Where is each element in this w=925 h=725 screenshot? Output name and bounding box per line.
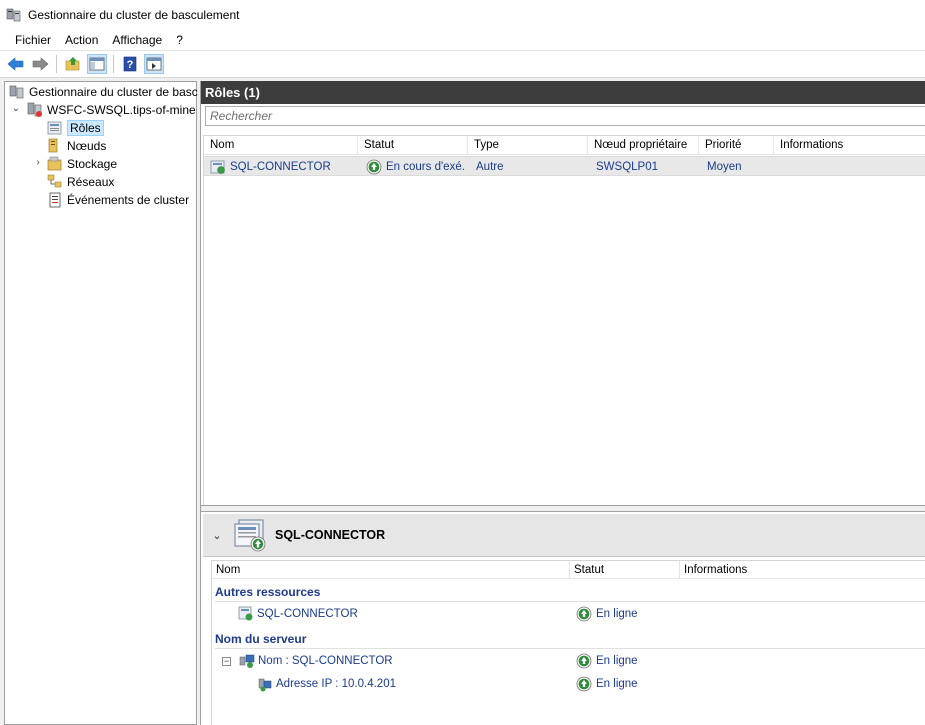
role-priority: Moyen <box>707 161 742 173</box>
roles-icon <box>47 121 62 135</box>
resource-name: Adresse IP : 10.0.4.201 <box>276 678 396 690</box>
tree-item-label: Rôles <box>67 120 104 136</box>
tree-item-nodes[interactable]: Nœuds <box>47 137 106 155</box>
role-info <box>782 157 922 177</box>
role-name-cell: SQL-CONNECTOR <box>210 157 358 177</box>
column-header-nom[interactable]: Nom <box>204 136 358 155</box>
show-pane-icon[interactable] <box>87 54 107 74</box>
network-name-icon <box>239 654 255 668</box>
chevron-right-icon[interactable]: › <box>33 157 43 168</box>
chevron-down-icon[interactable]: ⌄ <box>11 103 21 114</box>
menu-fichier[interactable]: Fichier <box>8 33 58 47</box>
list-item[interactable]: Adresse IP : 10.0.4.201 <box>257 674 396 694</box>
nodes-icon <box>48 138 58 153</box>
column-header-statut[interactable]: Statut <box>570 561 680 579</box>
tree-item-label: Réseaux <box>67 175 115 189</box>
group-divider <box>215 648 925 649</box>
table-row[interactable]: SQL-CONNECTOR En cours d'exé... Autre SW… <box>204 156 925 176</box>
tree-root[interactable]: Gestionnaire du cluster de basc <box>9 83 198 101</box>
pane-splitter[interactable] <box>201 505 925 512</box>
main-pane: Rôles (1) Rechercher Nom Statut Type Nœu… <box>200 81 925 725</box>
status-up-arrow-icon <box>576 606 592 622</box>
storage-icon <box>47 156 62 171</box>
help-icon[interactable]: ? <box>120 54 140 74</box>
status-text: En ligne <box>596 678 638 690</box>
menu-help[interactable]: ? <box>169 33 190 47</box>
event-log-icon <box>49 192 61 208</box>
toolbar-separator <box>113 55 114 73</box>
tree-item-roles[interactable]: Rôles <box>47 119 104 137</box>
list-item[interactable]: − Nom : SQL-CONNECTOR <box>222 651 393 671</box>
tree-item-networks[interactable]: Réseaux <box>47 173 114 191</box>
networks-icon <box>47 174 62 188</box>
tree-item-label: Nœuds <box>67 139 107 153</box>
status-text: En ligne <box>596 608 638 620</box>
tree-item-label: Stockage <box>67 157 118 171</box>
cluster-manager-icon <box>6 8 21 22</box>
status-up-arrow-icon <box>366 159 382 175</box>
generic-resource-icon <box>238 606 253 621</box>
list-item[interactable]: SQL-CONNECTOR <box>238 604 358 624</box>
status-up-arrow-icon <box>576 653 592 669</box>
resource-name: Nom : SQL-CONNECTOR <box>258 655 393 667</box>
collapse-icon[interactable]: − <box>222 656 231 666</box>
status-up-arrow-icon <box>576 676 592 692</box>
role-type: Autre <box>476 161 504 173</box>
generic-role-icon <box>210 160 225 174</box>
status-text: En ligne <box>596 655 638 667</box>
cluster-icon <box>27 102 42 117</box>
status-online: En ligne <box>576 651 638 671</box>
roles-grid: Nom Statut Type Nœud propriétaire Priori… <box>203 135 925 505</box>
up-folder-icon[interactable] <box>63 54 83 74</box>
toolbar-separator <box>56 55 57 73</box>
tree-item-cluster-events[interactable]: Événements de cluster <box>47 191 189 209</box>
menu-affichage[interactable]: Affichage <box>105 33 169 47</box>
tree-cluster[interactable]: WSFC-SWSQL.tips-of-mine <box>27 101 196 119</box>
column-header-type[interactable]: Type <box>468 136 588 155</box>
generic-role-large-icon <box>234 519 266 552</box>
group-server-name: Nom du serveur <box>215 632 307 646</box>
resources-grid: Nom Statut Informations Autres ressource… <box>211 560 925 725</box>
search-input[interactable]: Rechercher <box>205 106 925 126</box>
status-online: En ligne <box>576 604 638 624</box>
roles-header: Rôles (1) <box>201 81 925 104</box>
navigation-tree: Gestionnaire du cluster de basc ⌄ WSFC-S… <box>4 81 198 725</box>
chevron-down-icon[interactable]: ⌄ <box>207 529 227 542</box>
back-arrow-icon[interactable] <box>6 54 26 74</box>
column-header-info[interactable]: Informations <box>774 136 925 155</box>
group-divider <box>215 601 925 602</box>
resource-name: SQL-CONNECTOR <box>257 608 358 620</box>
column-header-nom[interactable]: Nom <box>212 561 570 579</box>
role-status-cell: En cours d'exé... <box>366 157 466 177</box>
action-pane-icon[interactable] <box>144 54 164 74</box>
tree-root-label: Gestionnaire du cluster de basc <box>29 85 198 99</box>
column-header-statut[interactable]: Statut <box>358 136 468 155</box>
detail-title: SQL-CONNECTOR <box>275 528 386 542</box>
menu-bar: Fichier Action Affichage ? <box>0 30 925 50</box>
menu-action[interactable]: Action <box>58 33 105 47</box>
column-header-info[interactable]: Informations <box>680 561 925 579</box>
column-header-owner[interactable]: Nœud propriétaire <box>588 136 699 155</box>
status-online: En ligne <box>576 674 638 694</box>
detail-header: ⌄ SQL-CONNECTOR <box>203 514 925 557</box>
title-bar: Gestionnaire du cluster de basculement <box>0 0 925 30</box>
tree-cluster-label: WSFC-SWSQL.tips-of-mine <box>47 103 196 117</box>
toolbar: ? <box>0 50 925 78</box>
tree-item-storage[interactable]: Stockage <box>47 155 117 173</box>
cluster-manager-icon <box>9 85 24 99</box>
window-title: Gestionnaire du cluster de basculement <box>28 8 240 22</box>
role-status: En cours d'exé... <box>386 161 466 173</box>
detail-pane: ⌄ SQL-CONNECTOR Nom Statut Informations … <box>203 514 925 725</box>
role-owner: SWSQLP01 <box>596 161 658 173</box>
ip-address-icon <box>258 678 272 692</box>
forward-arrow-icon[interactable] <box>30 54 50 74</box>
tree-item-label: Événements de cluster <box>67 193 190 207</box>
role-name: SQL-CONNECTOR <box>230 161 331 173</box>
group-other-resources: Autres ressources <box>215 585 321 599</box>
svg-text:?: ? <box>127 59 134 71</box>
column-header-priority[interactable]: Priorité <box>699 136 774 155</box>
